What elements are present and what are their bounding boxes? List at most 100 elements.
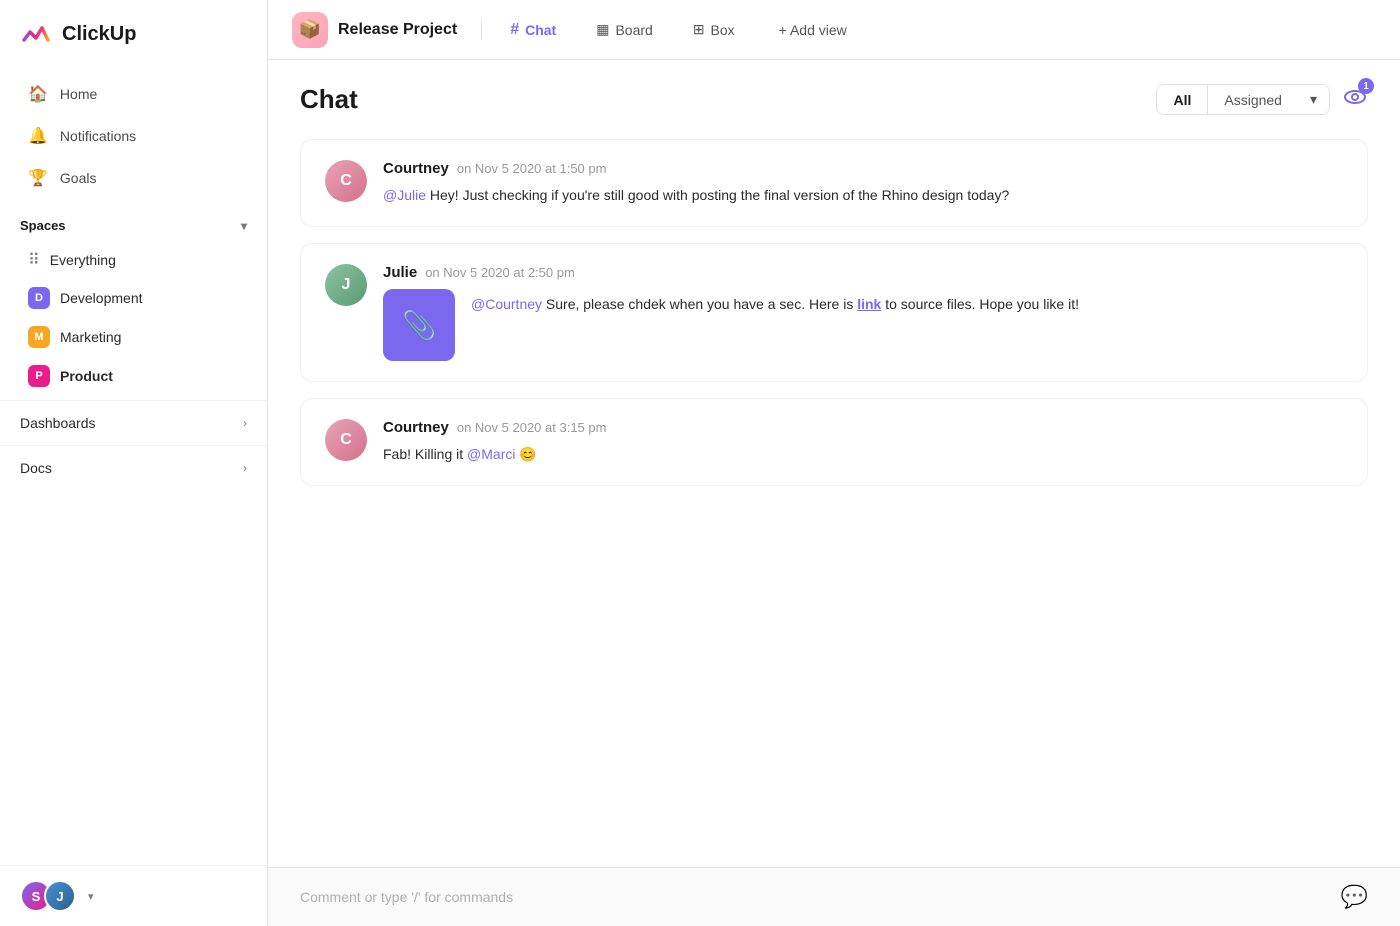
chat-header: Chat All Assigned ▾ 1 — [300, 84, 1368, 115]
chat-container: Chat All Assigned ▾ 1 — [268, 60, 1400, 867]
bell-icon: 🔔 — [28, 126, 48, 146]
paperclip-icon: 📎 — [402, 309, 437, 342]
sidebar-bottom: S J ▾ — [0, 865, 267, 926]
avatar-courtney-2: C — [325, 419, 367, 461]
sidebar-nav: 🏠 Home 🔔 Notifications 🏆 Goals — [0, 68, 267, 204]
tab-chat-label: Chat — [525, 22, 556, 38]
msg-author-3: Courtney — [383, 419, 449, 436]
msg-text-3-body: Fab! Killing it — [383, 446, 467, 462]
msg-text-2-body: Sure, please chdek when you have a sec. … — [546, 296, 857, 312]
msg-content-2: Julie on Nov 5 2020 at 2:50 pm 📎 @Courtn… — [383, 264, 1343, 361]
sidebar-item-everything[interactable]: ⠿ Everything — [8, 242, 259, 278]
sidebar-item-product[interactable]: P Product — [8, 357, 259, 395]
dashboards-chevron-icon: › — [243, 416, 247, 430]
spaces-label: Spaces — [20, 218, 66, 233]
sidebar-item-marketing-label: Marketing — [60, 329, 121, 345]
avatar-j: J — [44, 880, 76, 912]
logo[interactable]: ClickUp — [0, 0, 267, 68]
home-icon: 🏠 — [28, 84, 48, 104]
tab-box[interactable]: ⊞ Box — [681, 15, 747, 44]
chat-hash-icon: # — [510, 21, 519, 39]
sidebar-item-marketing[interactable]: M Marketing — [8, 318, 259, 356]
msg-text-2-end: to source files. Hope you like it! — [885, 296, 1079, 312]
sidebar-item-home-label: Home — [60, 86, 97, 102]
watch-button[interactable]: 1 — [1342, 84, 1368, 115]
sidebar: ClickUp 🏠 Home 🔔 Notifications 🏆 Goals S… — [0, 0, 268, 926]
msg-author-1: Courtney — [383, 160, 449, 177]
msg-text-2: @Courtney Sure, please chdek when you ha… — [471, 289, 1079, 315]
main-content: 📦 Release Project # Chat ▦ Board ⊞ Box +… — [268, 0, 1400, 926]
msg-meta-2: Julie on Nov 5 2020 at 2:50 pm — [383, 264, 1343, 281]
filter-assigned-button[interactable]: Assigned — [1208, 85, 1298, 114]
msg-time-3: on Nov 5 2020 at 3:15 pm — [457, 420, 607, 435]
logo-text: ClickUp — [62, 23, 136, 46]
msg-time-2: on Nov 5 2020 at 2:50 pm — [425, 265, 575, 280]
msg-text-3: Fab! Killing it @Marci 😊 — [383, 444, 1343, 465]
sidebar-item-goals[interactable]: 🏆 Goals — [8, 158, 259, 198]
sidebar-item-home[interactable]: 🏠 Home — [8, 74, 259, 114]
message-card-2: J Julie on Nov 5 2020 at 2:50 pm 📎 @Cour… — [300, 243, 1368, 382]
avatar-julie: J — [325, 264, 367, 306]
docs-label: Docs — [20, 460, 52, 476]
marketing-dot: M — [28, 326, 50, 348]
messages-list: C Courtney on Nov 5 2020 at 1:50 pm @Jul… — [300, 139, 1368, 867]
dashboards-label: Dashboards — [20, 415, 96, 431]
add-view-button[interactable]: + Add view — [767, 16, 859, 44]
msg-meta-1: Courtney on Nov 5 2020 at 1:50 pm — [383, 160, 1343, 177]
filter-dropdown-button[interactable]: ▾ — [1298, 85, 1329, 114]
msg-author-2: Julie — [383, 264, 417, 281]
sidebar-item-development[interactable]: D Development — [8, 279, 259, 317]
avatar-dropdown-icon[interactable]: ▾ — [88, 890, 94, 903]
product-dot: P — [28, 365, 50, 387]
comment-bar: Comment or type '/' for commands 💬 — [268, 867, 1400, 926]
watch-badge: 1 — [1358, 78, 1374, 94]
sidebar-item-notifications-label: Notifications — [60, 128, 136, 144]
message-card-1: C Courtney on Nov 5 2020 at 1:50 pm @Jul… — [300, 139, 1368, 227]
avatar-courtney-1: C — [325, 160, 367, 202]
topbar-divider — [481, 20, 482, 40]
box-icon: ⊞ — [693, 21, 705, 38]
mention-marci[interactable]: @Marci — [467, 446, 515, 462]
attachment-thumb[interactable]: 📎 — [383, 289, 455, 361]
msg-time-1: on Nov 5 2020 at 1:50 pm — [457, 161, 607, 176]
tab-board[interactable]: ▦ Board — [584, 15, 665, 44]
msg-text-1-body: Hey! Just checking if you're still good … — [430, 187, 1009, 203]
msg-meta-3: Courtney on Nov 5 2020 at 3:15 pm — [383, 419, 1343, 436]
sidebar-item-goals-label: Goals — [60, 170, 97, 186]
attachment-row: 📎 @Courtney Sure, please chdek when you … — [383, 289, 1343, 361]
sidebar-item-everything-label: Everything — [50, 252, 116, 268]
project-title: Release Project — [338, 21, 457, 39]
development-dot: D — [28, 287, 50, 309]
comment-placeholder[interactable]: Comment or type '/' for commands — [300, 889, 513, 905]
sidebar-section-docs[interactable]: Docs › — [0, 445, 267, 486]
chat-title: Chat — [300, 84, 358, 115]
spaces-chevron-icon[interactable]: ▾ — [241, 219, 247, 233]
msg-emoji: 😊 — [519, 446, 536, 462]
msg-content-1: Courtney on Nov 5 2020 at 1:50 pm @Julie… — [383, 160, 1343, 206]
topbar: 📦 Release Project # Chat ▦ Board ⊞ Box +… — [268, 0, 1400, 60]
chat-header-right: All Assigned ▾ 1 — [1156, 84, 1368, 115]
board-icon: ▦ — [596, 21, 609, 38]
trophy-icon: 🏆 — [28, 168, 48, 188]
source-link[interactable]: link — [857, 296, 881, 312]
spaces-list: ⠿ Everything D Development M Marketing P… — [0, 241, 267, 396]
sidebar-section-dashboards[interactable]: Dashboards › — [0, 400, 267, 441]
sidebar-item-notifications[interactable]: 🔔 Notifications — [8, 116, 259, 156]
tab-chat[interactable]: # Chat — [498, 15, 568, 45]
spaces-header: Spaces ▾ — [0, 204, 267, 241]
comment-chat-icon: 💬 — [1341, 884, 1368, 910]
avatar-group[interactable]: S J — [20, 880, 76, 912]
clickup-logo-icon — [20, 18, 52, 50]
add-view-label: + Add view — [779, 22, 847, 38]
everything-icon: ⠿ — [28, 250, 40, 270]
tab-box-label: Box — [711, 22, 735, 38]
docs-chevron-icon: › — [243, 461, 247, 475]
mention-julie[interactable]: @Julie — [383, 187, 426, 203]
filter-all-button[interactable]: All — [1157, 85, 1207, 114]
msg-text-1: @Julie Hey! Just checking if you're stil… — [383, 185, 1343, 206]
filter-group: All Assigned ▾ — [1156, 84, 1330, 115]
project-icon: 📦 — [292, 12, 328, 48]
tab-board-label: Board — [615, 22, 652, 38]
sidebar-item-development-label: Development — [60, 290, 143, 306]
mention-courtney[interactable]: @Courtney — [471, 296, 542, 312]
